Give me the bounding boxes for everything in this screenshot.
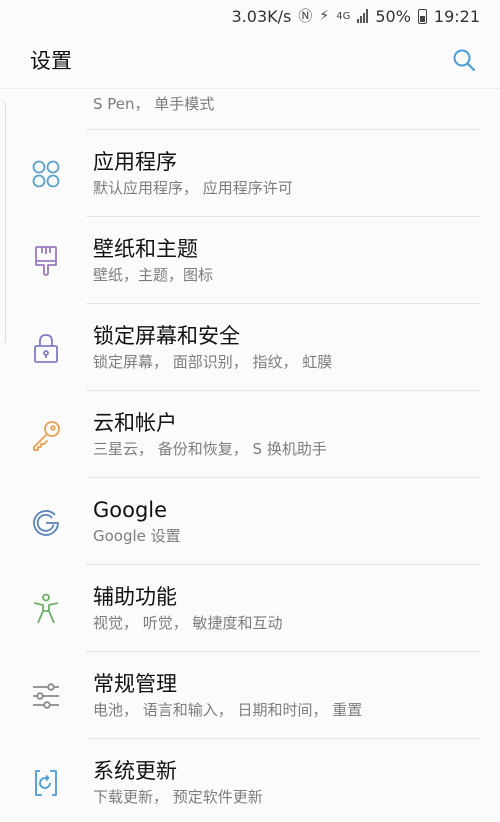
page-title: 设置 <box>30 49 72 73</box>
network-speed: 3.03K/s <box>231 6 292 26</box>
search-icon <box>453 49 476 72</box>
settings-item-title: 壁纸和主题 <box>93 237 198 261</box>
settings-item-cloud-accounts[interactable]: 云和帐户 三星云， 备份和恢复， S 换机助手 <box>0 391 500 478</box>
google-icon <box>30 506 62 538</box>
app-header: 设置 <box>0 32 500 88</box>
settings-item-subtitle: S Pen， 单手模式 <box>93 95 215 113</box>
settings-item-subtitle: 电池， 语言和输入， 日期和时间， 重置 <box>93 701 363 719</box>
settings-item-apps[interactable]: 应用程序 默认应用程序， 应用程序许可 <box>0 130 500 217</box>
settings-item-subtitle: 壁纸，主题，图标 <box>93 266 214 284</box>
settings-list: S Pen， 单手模式 应用程序 默认应用程序， 应用程序许可 壁纸和主题 壁纸… <box>0 56 500 822</box>
settings-item-accessibility[interactable]: 辅助功能 视觉， 听觉， 敏捷度和互动 <box>0 565 500 652</box>
settings-item-subtitle: 视觉， 听觉， 敏捷度和互动 <box>93 614 283 632</box>
apps-grid-icon <box>30 158 62 190</box>
network-type: 4G <box>336 10 351 22</box>
paintbrush-icon <box>30 245 62 277</box>
settings-item-title: 应用程序 <box>93 150 177 174</box>
settings-item-lock-screen[interactable]: 锁定屏幕和安全 锁定屏幕， 面部识别， 指纹， 虹膜 <box>0 304 500 391</box>
settings-item-subtitle: Google 设置 <box>93 527 181 545</box>
settings-item-subtitle: 下载更新， 预定软件更新 <box>93 788 263 806</box>
settings-item-title: 云和帐户 <box>93 411 177 435</box>
status-bar: 3.03K/s Ⓝ ⚡ 4G 50% 19:21 <box>0 0 500 32</box>
settings-item-wallpaper[interactable]: 壁纸和主题 壁纸，主题，图标 <box>0 217 500 304</box>
settings-item-title: 锁定屏幕和安全 <box>93 324 240 348</box>
settings-item-system-update[interactable]: 系统更新 下载更新， 预定软件更新 <box>0 739 500 822</box>
mute-icon: ⚡ <box>319 8 330 24</box>
settings-item-title: 辅助功能 <box>93 585 177 609</box>
battery-icon <box>417 8 427 24</box>
settings-item-title: Google <box>93 498 168 522</box>
accessibility-icon <box>30 593 62 625</box>
key-icon <box>30 419 62 451</box>
battery-percent: 50% <box>375 6 411 26</box>
settings-item-subtitle: 锁定屏幕， 面部识别， 指纹， 虹膜 <box>93 353 333 371</box>
signal-icon <box>357 9 369 23</box>
settings-item-google[interactable]: Google Google 设置 <box>0 478 500 565</box>
settings-screen: 3.03K/s Ⓝ ⚡ 4G 50% 19:21 设置 S Pen， 单手模式 … <box>0 0 500 822</box>
search-button[interactable] <box>448 44 480 76</box>
clock: 19:21 <box>433 6 480 26</box>
settings-item-general-management[interactable]: 常规管理 电池， 语言和输入， 日期和时间， 重置 <box>0 652 500 739</box>
sliders-icon <box>30 680 62 712</box>
settings-item-subtitle: 默认应用程序， 应用程序许可 <box>93 179 293 197</box>
lock-icon <box>30 332 62 364</box>
settings-item-title: 常规管理 <box>93 672 177 696</box>
settings-item-title: 系统更新 <box>93 759 177 783</box>
update-icon <box>30 767 62 799</box>
nfc-icon: Ⓝ <box>298 9 313 25</box>
settings-item-subtitle: 三星云， 备份和恢复， S 换机助手 <box>93 440 327 458</box>
